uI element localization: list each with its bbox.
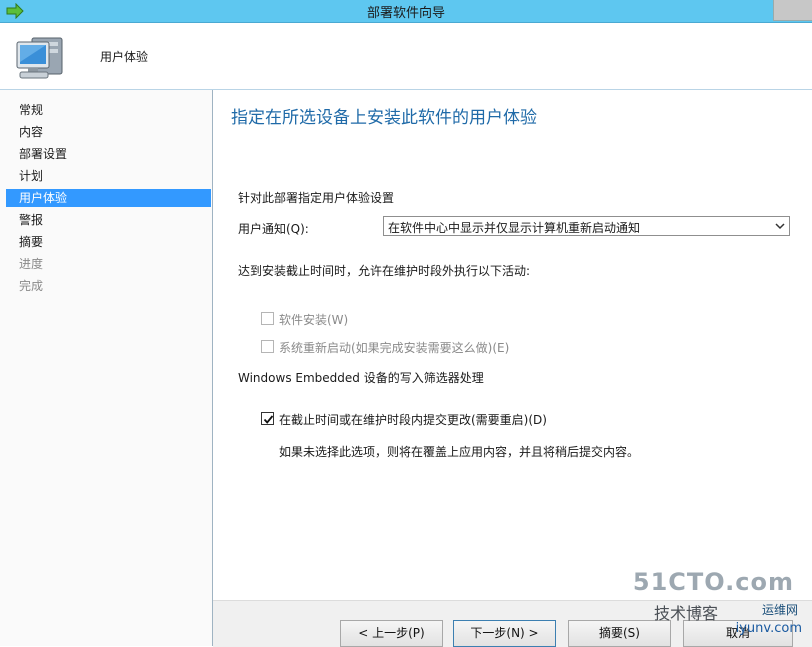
software-install-checkbox[interactable] — [261, 312, 274, 325]
step-alerts[interactable]: 警报 — [6, 211, 211, 229]
wizard-footer: < 上一步(P) 下一步(N) > 摘要(S) 取消 — [213, 600, 812, 647]
user-notification-label: 用户通知(Q): — [238, 222, 309, 236]
step-completion: 完成 — [19, 279, 44, 293]
checkmark-icon — [263, 415, 274, 424]
step-deployment-settings[interactable]: 部署设置 — [6, 145, 211, 163]
user-notification-select[interactable]: 在软件中心中显示并仅显示计算机重新启动通知 — [383, 216, 790, 236]
previous-button[interactable]: < 上一步(P) — [340, 620, 443, 647]
step-progress: 进度 — [19, 257, 44, 271]
next-button[interactable]: 下一步(N) > — [453, 620, 556, 647]
header-title: 用户体验 — [100, 50, 149, 64]
summary-button[interactable]: 摘要(S) — [568, 620, 671, 647]
wizard-steps-sidebar: 常规 内容 部署设置 计划 用户体验 警报 摘要 进度 完成 — [0, 90, 213, 646]
commit-changes-label: 在截止时间或在维护时段内提交更改(需要重启)(D) — [279, 413, 547, 427]
watermark-line1: 51CTO.com — [632, 568, 794, 596]
step-content[interactable]: 内容 — [6, 123, 211, 141]
deadline-label: 达到安装截止时间时，允许在维护时段外执行以下活动: — [238, 264, 531, 278]
embedded-label: Windows Embedded 设备的写入筛选器处理 — [238, 371, 484, 385]
title-bar: 部署软件向导 — [0, 0, 812, 23]
user-notification-value: 在软件中心中显示并仅显示计算机重新启动通知 — [388, 221, 641, 235]
step-scheduling[interactable]: 计划 — [6, 167, 211, 185]
watermark-line2: 技术博客 — [653, 604, 718, 623]
watermark-line4: iyunv.com — [735, 621, 802, 636]
system-restart-label: 系统重新启动(如果完成安装需要这么做)(E) — [279, 341, 510, 355]
step-user-experience[interactable]: 用户体验 — [6, 189, 211, 207]
system-restart-checkbox[interactable] — [261, 340, 274, 353]
chevron-down-icon — [775, 223, 785, 230]
commit-changes-checkbox[interactable] — [261, 412, 274, 425]
step-general[interactable]: 常规 — [6, 101, 211, 119]
section-label: 针对此部署指定用户体验设置 — [238, 191, 395, 205]
close-button[interactable] — [773, 0, 812, 21]
wizard-header: 用户体验 — [0, 23, 812, 90]
commit-note: 如果未选择此选项，则将在覆盖上应用内容，并且将稍后提交内容。 — [279, 445, 640, 459]
window-title: 部署软件向导 — [366, 6, 445, 21]
software-install-label: 软件安装(W) — [279, 313, 349, 327]
main-panel: 指定在所选设备上安装此软件的用户体验 针对此部署指定用户体验设置 用户通知(Q)… — [213, 90, 812, 600]
step-summary[interactable]: 摘要 — [6, 233, 211, 251]
watermark-line3: 运维网 — [761, 603, 798, 617]
page-heading: 指定在所选设备上安装此软件的用户体验 — [231, 108, 537, 128]
computer-icon — [16, 37, 63, 79]
